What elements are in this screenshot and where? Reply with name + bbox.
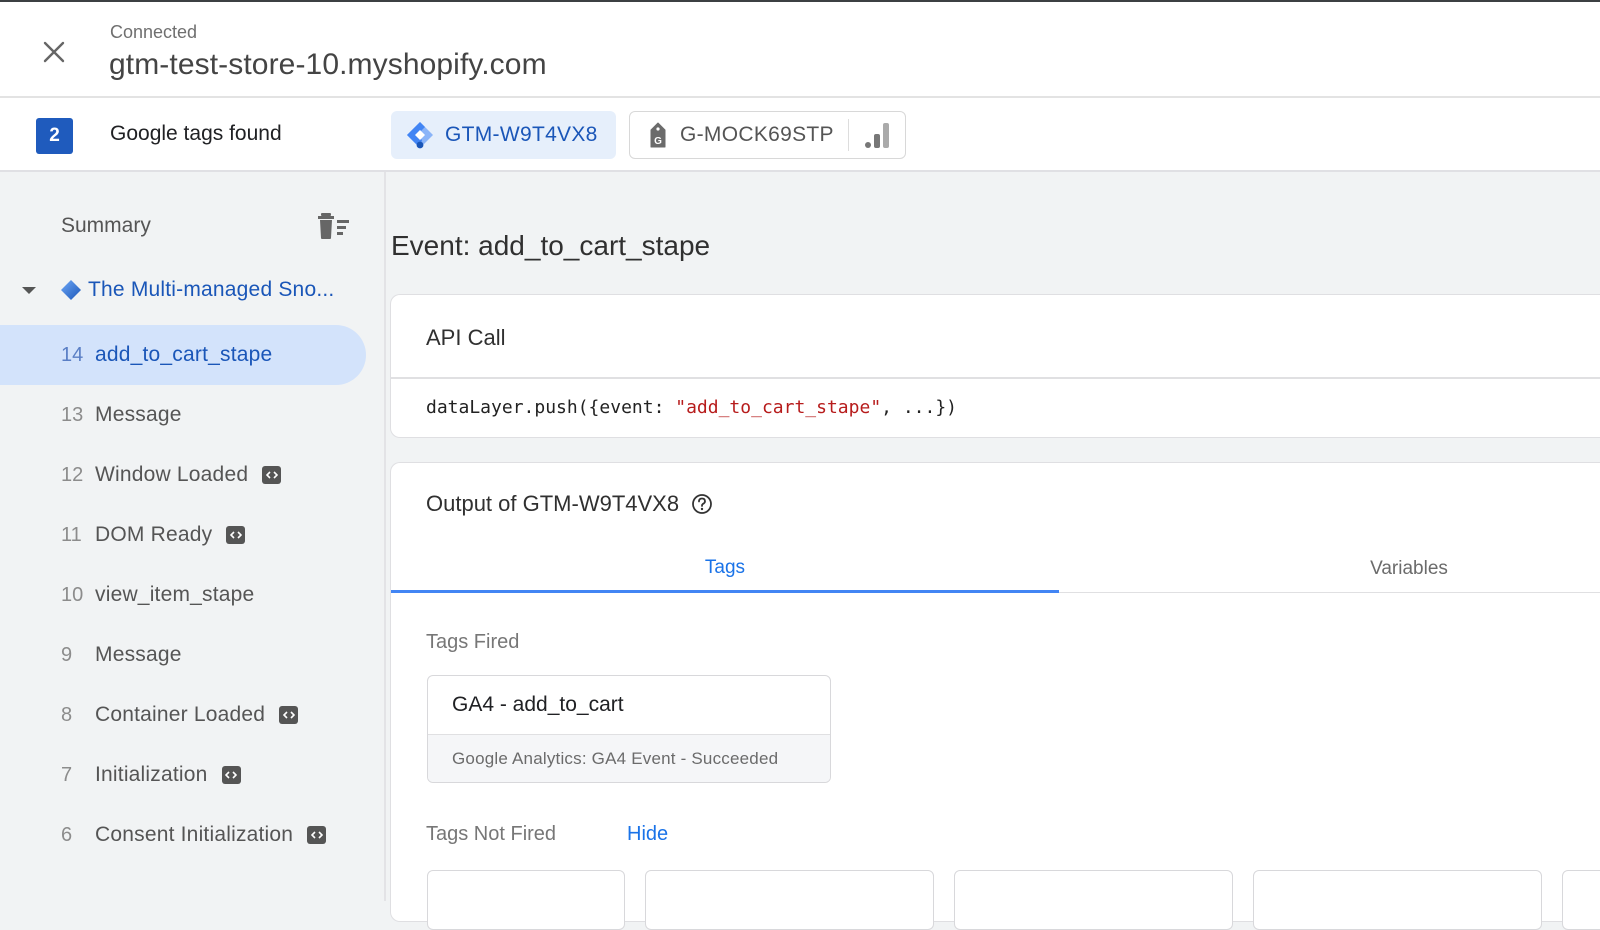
code-icon — [279, 706, 299, 724]
tag-chip-gtm[interactable]: GTM-W9T4VX8 — [391, 111, 616, 159]
card-divider — [391, 377, 1600, 379]
fired-tag-name: GA4 - add_to_cart — [452, 693, 624, 716]
container-group-toggle[interactable]: The Multi-managed Sno... — [22, 278, 334, 302]
code-icon — [262, 466, 282, 484]
tag-chip-ga4-label: G-MOCK69STP — [680, 123, 834, 146]
output-title: Output of GTM-W9T4VX8 — [426, 491, 680, 516]
close-button[interactable] — [36, 34, 72, 70]
event-item[interactable]: 9 Message — [0, 625, 366, 685]
close-icon — [43, 41, 65, 63]
event-number: 10 — [61, 583, 84, 606]
event-name: Message — [95, 643, 182, 666]
event-detail-panel: Event: add_to_cart_stape API Call dataLa… — [388, 172, 1600, 930]
tag-chip-gtm-label: GTM-W9T4VX8 — [445, 123, 598, 146]
svg-text:G: G — [654, 136, 662, 147]
tab-tags[interactable]: Tags — [391, 545, 1059, 593]
code-suffix: , ...}) — [881, 397, 958, 418]
api-call-card: API Call dataLayer.push({event: "add_to_… — [390, 294, 1600, 438]
event-item[interactable]: 10 view_item_stape — [0, 565, 366, 625]
hide-not-fired-link[interactable]: Hide — [627, 823, 668, 846]
not-fired-tag-card[interactable] — [954, 870, 1233, 930]
event-name: Window Loaded — [95, 463, 249, 486]
event-name: Message — [95, 403, 182, 426]
event-number: 11 — [61, 523, 82, 546]
connection-header: Connected gtm-test-store-10.myshopify.co… — [0, 2, 1600, 98]
event-number: 9 — [61, 643, 73, 666]
event-number: 8 — [61, 703, 73, 726]
api-call-code: dataLayer.push({event: "add_to_cart_stap… — [426, 397, 957, 418]
code-icon — [221, 766, 241, 784]
connection-status: Connected — [110, 22, 198, 42]
google-tag-icon: G — [650, 122, 666, 148]
analytics-bars-icon — [864, 123, 889, 148]
fired-tag-card[interactable]: GA4 - add_to_cart Google Analytics: GA4 … — [427, 675, 831, 783]
event-number: 13 — [61, 403, 84, 426]
event-item[interactable]: 6 Consent Initialization — [0, 805, 366, 865]
help-icon — [692, 494, 712, 514]
event-name: Initialization — [95, 763, 208, 786]
code-icon — [307, 826, 327, 844]
tags-fired-label: Tags Fired — [426, 631, 520, 653]
clear-messages-icon — [318, 213, 349, 239]
event-item[interactable]: 12 Window Loaded — [0, 445, 366, 505]
gtm-diamond-small-icon — [61, 280, 81, 300]
event-timeline-sidebar: Summary The Multi-managed Sno... 14 add_… — [0, 172, 386, 901]
event-number: 12 — [61, 463, 84, 486]
tab-variables[interactable]: Variables — [1059, 545, 1600, 593]
tags-found-label: Google tags found — [110, 122, 282, 145]
event-name: view_item_stape — [95, 583, 255, 606]
not-fired-tag-card[interactable] — [645, 870, 934, 930]
api-call-title: API Call — [426, 325, 506, 350]
not-fired-tag-card[interactable] — [1562, 870, 1600, 930]
summary-item[interactable]: Summary — [61, 214, 151, 238]
event-number: 14 — [61, 343, 84, 366]
output-title-row: Output of GTM-W9T4VX8 — [426, 491, 713, 517]
connected-domain: gtm-test-store-10.myshopify.com — [109, 48, 547, 81]
output-tabs: Tags Variables — [391, 545, 1600, 593]
code-prefix: dataLayer.push({event: — [426, 397, 676, 418]
code-icon — [226, 526, 246, 544]
event-title: Event: add_to_cart_stape — [391, 230, 711, 261]
gtm-diamond-icon — [407, 122, 433, 149]
event-name: Container Loaded — [95, 703, 266, 726]
output-card: Output of GTM-W9T4VX8 Tags Variables Tag… — [390, 462, 1600, 930]
event-number: 6 — [61, 823, 73, 846]
event-name: add_to_cart_stape — [95, 343, 273, 366]
tag-chip-ga4[interactable]: G G-MOCK69STP — [629, 111, 906, 159]
event-item[interactable]: 13 Message — [0, 385, 366, 445]
event-name: Consent Initialization — [95, 823, 294, 846]
caret-down-icon — [22, 286, 36, 294]
code-string: "add_to_cart_stape" — [675, 397, 882, 418]
event-name: DOM Ready — [95, 523, 213, 546]
fired-tag-meta: Google Analytics: GA4 Event - Succeeded — [428, 734, 830, 782]
help-button[interactable] — [691, 493, 713, 515]
not-fired-tag-card[interactable] — [1253, 870, 1542, 930]
event-number: 7 — [61, 763, 73, 786]
clear-messages-button[interactable] — [318, 212, 354, 244]
event-item[interactable]: 7 Initialization — [0, 745, 366, 805]
not-fired-tag-card[interactable] — [427, 870, 625, 930]
event-item[interactable]: 11 DOM Ready — [0, 505, 366, 565]
tags-not-fired-label: Tags Not Fired — [426, 823, 557, 845]
tags-count-badge: 2 — [36, 118, 73, 154]
container-group-label: The Multi-managed Sno... — [88, 278, 335, 301]
event-item[interactable]: 8 Container Loaded — [0, 685, 366, 745]
chip-separator — [847, 119, 849, 151]
event-item[interactable]: 14 add_to_cart_stape — [0, 325, 366, 385]
google-tags-bar: 2 Google tags found GTM-W9T4VX8 G G-MOCK… — [0, 98, 1600, 172]
